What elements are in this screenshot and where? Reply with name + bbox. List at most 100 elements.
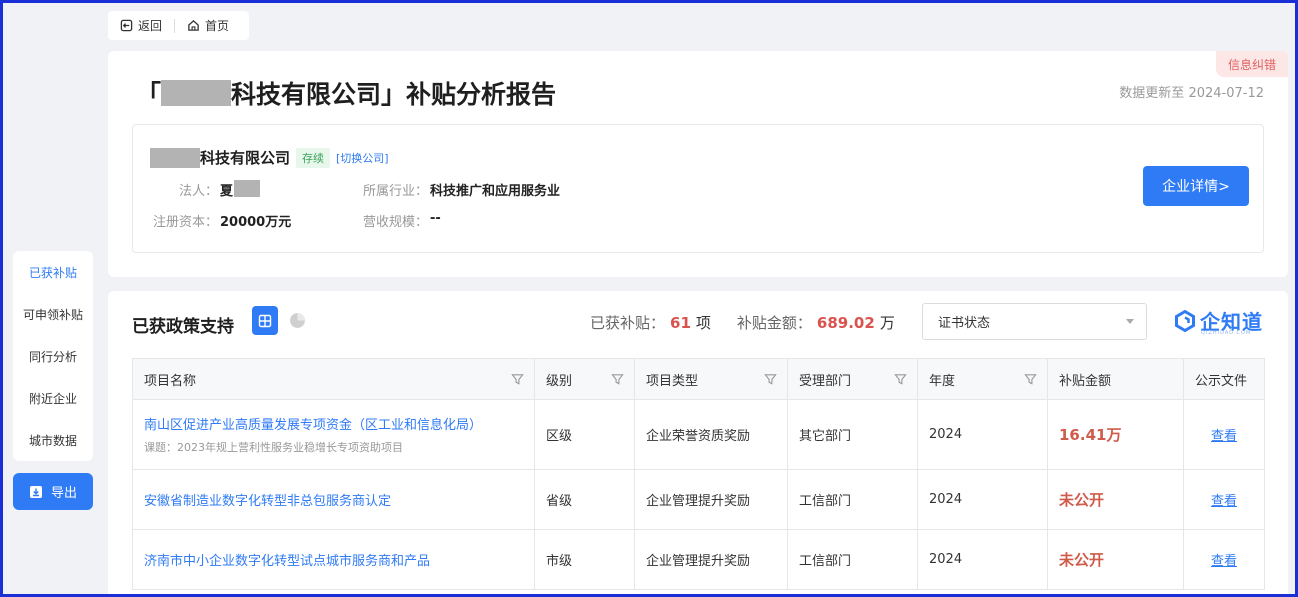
filter-icon[interactable]: [764, 373, 777, 386]
amount-unit: 万: [879, 314, 895, 332]
sidebar-item-city-data[interactable]: 城市数据: [13, 419, 93, 461]
cell-project-name: 南山区促进产业高质量发展专项资金（区工业和信息化局） 课题：2023年规上营利性…: [132, 399, 535, 470]
col-header-project-type: 项目类型: [634, 358, 788, 400]
industry-label: 所属行业：: [362, 184, 428, 199]
title-close: 」补贴分析报告: [381, 80, 557, 109]
cell-year: 2024: [917, 399, 1048, 470]
cell-project-name: 济南市中小企业数字化转型试点城市服务商和产品: [132, 529, 535, 590]
filter-icon[interactable]: [1024, 373, 1037, 386]
sidebar-item-nearby-companies[interactable]: 附近企业: [13, 377, 93, 419]
cell-amount: 未公开: [1047, 529, 1184, 590]
count-unit: 项: [695, 314, 711, 332]
subsidy-count: 61: [670, 314, 691, 332]
cell-department: 工信部门: [787, 529, 918, 590]
revenue-scale: 营收规模： --: [360, 211, 441, 230]
company-name-redaction: [150, 147, 200, 168]
view-file-link[interactable]: 查看: [1211, 429, 1237, 444]
status-badge: 存续: [296, 147, 331, 168]
company-name-redaction: [161, 80, 232, 106]
sidebar-item-claimable-subsidy[interactable]: 可申领补贴: [13, 293, 93, 335]
home-label: 首页: [205, 19, 230, 33]
export-button[interactable]: 导出: [13, 473, 93, 510]
brand-logo: 企知道 QIZHIDAO.COM: [1174, 306, 1263, 336]
brand-subtitle: QIZHIDAO.COM: [1201, 330, 1252, 336]
select-placeholder: 证书状态: [938, 316, 991, 331]
industry: 所属行业： 科技推广和应用服务业: [360, 180, 560, 199]
industry-value: 科技推广和应用服务业: [430, 184, 561, 199]
amount-value: 16.41万: [1059, 426, 1122, 444]
cell-type: 企业荣誉资质奖励: [634, 399, 788, 470]
cell-file: 查看: [1183, 469, 1265, 530]
cell-level: 区级: [534, 399, 635, 470]
grid-icon: [258, 314, 272, 327]
pie-chart-icon[interactable]: [289, 312, 306, 329]
capital-label: 注册资本：: [152, 215, 218, 230]
view-file-link[interactable]: 查看: [1211, 554, 1237, 569]
cell-year: 2024: [917, 529, 1048, 590]
company-detail-button[interactable]: 企业详情>: [1143, 166, 1249, 206]
left-sidebar: 已获补贴 可申领补贴 同行分析 附近企业 城市数据: [13, 251, 93, 461]
col-header-project-name: 项目名称: [132, 358, 535, 400]
filter-icon[interactable]: [894, 373, 907, 386]
company-name: 科技有限公司 存续 [切换公司]: [150, 147, 389, 168]
revenue-value: --: [430, 211, 441, 226]
registered-capital: 注册资本： 20000万元: [150, 211, 291, 230]
update-date-value: 2024-07-12: [1188, 86, 1264, 101]
home-icon: [188, 19, 199, 31]
legal-name-redaction: [234, 180, 261, 197]
table-row: 安徽省制造业数字化转型非总包服务商认定 省级 企业管理提升奖励 工信部门 202…: [132, 469, 1265, 530]
col-header-file: 公示文件: [1183, 358, 1265, 400]
col-header-level: 级别: [534, 358, 635, 400]
certificate-status-select[interactable]: 证书状态: [922, 303, 1147, 340]
sidebar-item-peer-analysis[interactable]: 同行分析: [13, 335, 93, 377]
cell-department: 其它部门: [787, 399, 918, 470]
cell-project-name: 安徽省制造业数字化转型非总包服务商认定: [132, 469, 535, 530]
count-label: 已获补贴：: [590, 314, 666, 332]
project-name-link[interactable]: 济南市中小企业数字化转型试点城市服务商和产品: [144, 550, 534, 569]
section-title: 已获政策支持: [132, 317, 234, 337]
qizhidao-logo-icon: [1175, 309, 1195, 332]
subsidy-summary: 已获补贴： 61 项 补贴金额： 689.02 万: [590, 312, 895, 333]
nav-divider: [174, 18, 176, 33]
filter-icon[interactable]: [511, 373, 524, 386]
cell-level: 市级: [534, 529, 635, 590]
title-open-bracket: 「: [136, 80, 162, 109]
project-subtitle: 课题：2023年规上营利性服务业稳增长专项资助项目: [144, 441, 403, 454]
switch-company-link[interactable]: [切换公司]: [336, 150, 389, 166]
cell-type: 企业管理提升奖励: [634, 469, 788, 530]
table-row: 南山区促进产业高质量发展专项资金（区工业和信息化局） 课题：2023年规上营利性…: [132, 399, 1265, 470]
legal-person: 法人： 夏: [150, 180, 261, 199]
col-header-department: 受理部门: [787, 358, 918, 400]
update-date: 数据更新至 2024-07-12: [1119, 82, 1264, 101]
export-label: 导出: [50, 486, 77, 501]
cell-department: 工信部门: [787, 469, 918, 530]
subsidy-table: 项目名称 级别 项目类型 受理部门 年度 补贴金额 公示文件 南山区促进产业高质…: [132, 358, 1265, 590]
subsidy-amount: 689.02: [816, 314, 875, 332]
back-label: 返回: [138, 19, 163, 33]
info-error-button[interactable]: 信息纠错: [1216, 51, 1288, 77]
title-company-suffix: 科技有限公司: [231, 80, 382, 109]
policy-support-card: 已获政策支持 已获补贴： 61 项 补贴金额： 689.02 万 证书状态 企知…: [108, 291, 1288, 597]
table-header-row: 项目名称 级别 项目类型 受理部门 年度 补贴金额 公示文件: [132, 358, 1265, 400]
top-nav: 返回 首页: [108, 11, 249, 40]
table-view-toggle[interactable]: [252, 306, 278, 335]
col-header-year: 年度: [917, 358, 1048, 400]
update-prefix: 数据更新至: [1119, 86, 1185, 101]
report-header-card: 信息纠错 「 科技有限公司 」补贴分析报告 数据更新至 2024-07-12 科…: [108, 51, 1288, 277]
project-name-link[interactable]: 安徽省制造业数字化转型非总包服务商认定: [144, 490, 534, 509]
amount-label: 补贴金额：: [736, 314, 812, 332]
sidebar-item-obtained-subsidy[interactable]: 已获补贴: [13, 251, 93, 293]
back-icon: [120, 19, 133, 32]
amount-value: 未公开: [1059, 551, 1105, 569]
cell-amount: 未公开: [1047, 469, 1184, 530]
company-name-suffix: 科技有限公司: [200, 149, 291, 167]
project-name-link[interactable]: 南山区促进产业高质量发展专项资金（区工业和信息化局）: [144, 414, 534, 433]
table-row: 济南市中小企业数字化转型试点城市服务商和产品 市级 企业管理提升奖励 工信部门 …: [132, 529, 1265, 590]
cell-year: 2024: [917, 469, 1048, 530]
view-file-link[interactable]: 查看: [1211, 494, 1237, 509]
filter-icon[interactable]: [611, 373, 624, 386]
cell-level: 省级: [534, 469, 635, 530]
home-button[interactable]: 首页: [187, 17, 229, 34]
back-button[interactable]: 返回: [120, 17, 162, 34]
amount-value: 未公开: [1059, 491, 1105, 509]
